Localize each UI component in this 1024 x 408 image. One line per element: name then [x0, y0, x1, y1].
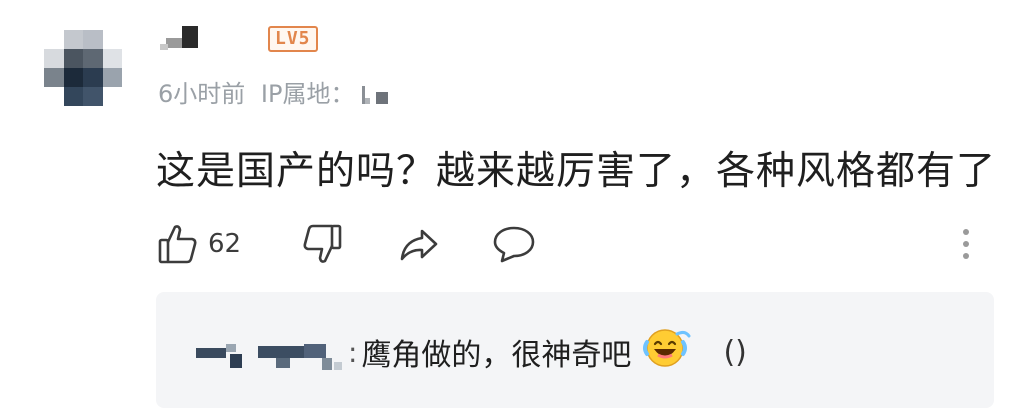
- username-redacted[interactable]: [160, 26, 200, 54]
- comment-meta: 6小时前 IP属地：: [158, 74, 389, 109]
- reply-text: 鹰角做的，很神奇吧: [361, 338, 632, 373]
- reply-line: : 鹰角做的，很神奇吧 (): [196, 329, 747, 373]
- share-button[interactable]: [398, 220, 440, 268]
- thumbs-up-icon: [158, 225, 197, 264]
- action-bar: 62: [158, 220, 988, 268]
- chat-bubble-icon: [493, 226, 535, 263]
- ip-location-redacted: [362, 86, 389, 104]
- reply-separator: :: [348, 335, 358, 369]
- reply-username-redacted[interactable]: [196, 332, 346, 372]
- laughing-crying-emoji-icon: [641, 326, 693, 378]
- like-button[interactable]: 62: [158, 220, 241, 268]
- reply-parens: (): [723, 334, 747, 370]
- more-vertical-icon: [963, 229, 969, 259]
- thumbs-down-icon: [303, 224, 342, 263]
- reply-button[interactable]: [492, 220, 536, 268]
- avatar[interactable]: [44, 30, 122, 106]
- level-badge: LV5: [268, 26, 318, 52]
- share-arrow-icon: [400, 229, 438, 261]
- reply-preview[interactable]: : 鹰角做的，很神奇吧 (): [156, 292, 994, 408]
- more-options-button[interactable]: [958, 220, 974, 268]
- comment-card: LV5 6小时前 IP属地： 这是国产的吗？越来越厉害了，各种风格都有了 62: [0, 0, 1024, 408]
- like-count: 62: [208, 229, 242, 259]
- dislike-button[interactable]: [302, 220, 342, 268]
- comment-text: 这是国产的吗？越来越厉害了，各种风格都有了: [156, 149, 997, 194]
- ip-location-label: IP属地：: [260, 80, 355, 108]
- timestamp: 6小时前: [158, 80, 246, 108]
